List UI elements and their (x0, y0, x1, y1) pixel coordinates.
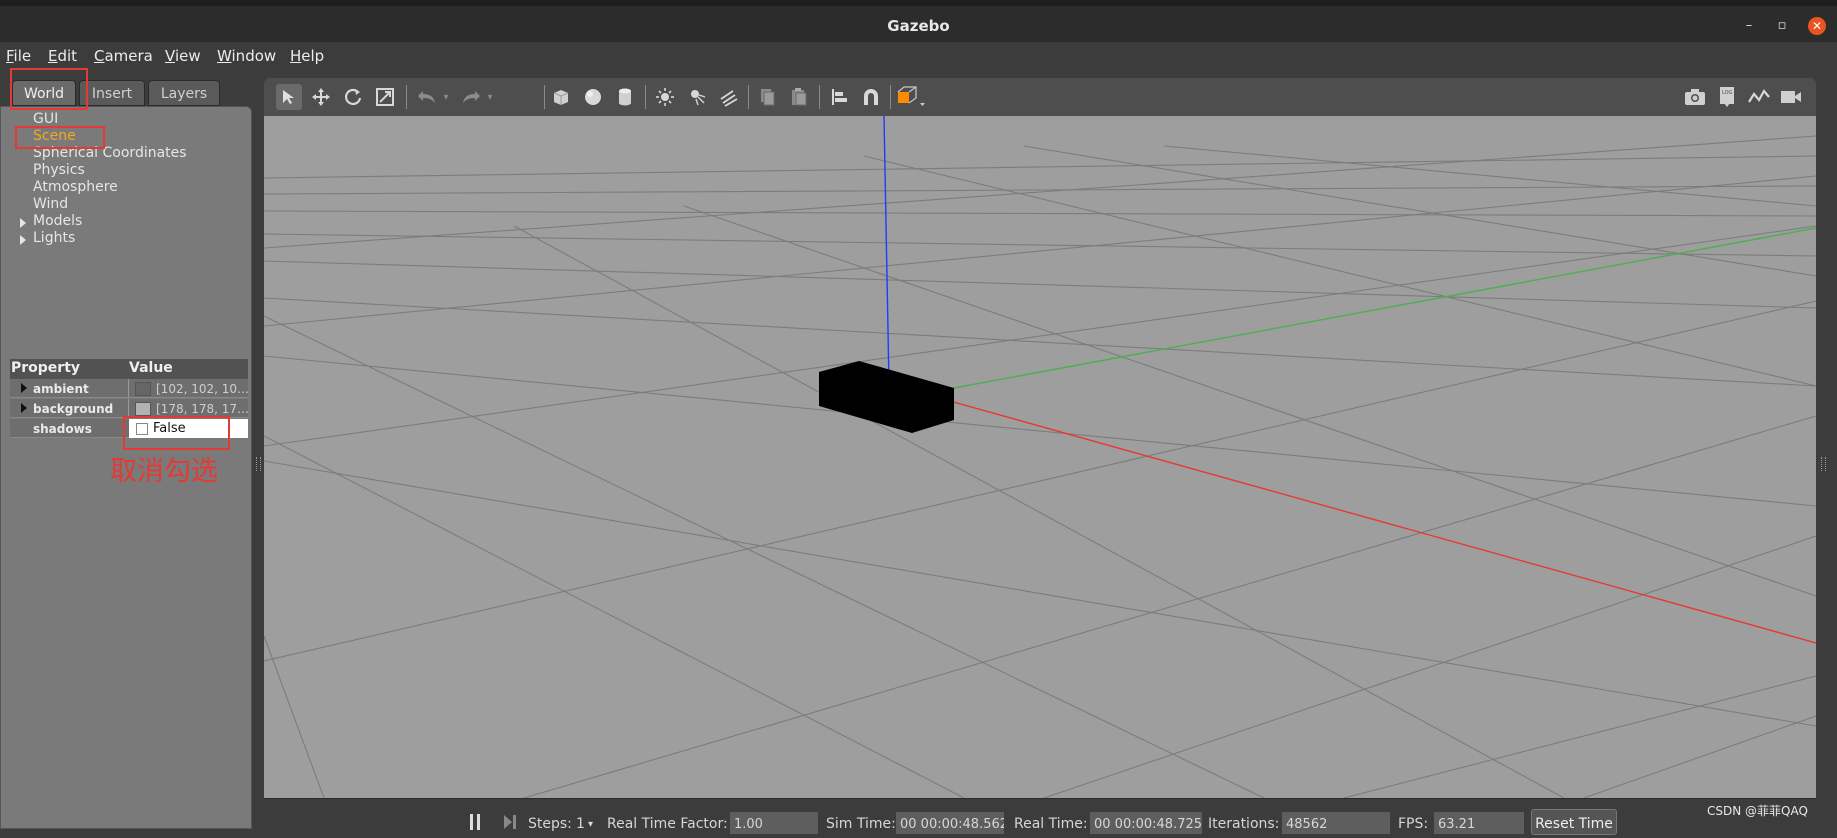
scene-render (263, 115, 1817, 799)
iterations-field: 48562 (1282, 812, 1390, 834)
spot-light-icon[interactable] (684, 84, 710, 110)
real-time-field: 00 00:00:48.725 (1090, 812, 1202, 834)
property-value: [178, 178, 17… (156, 402, 250, 416)
tree-item-models[interactable]: Models (33, 213, 82, 229)
align-icon[interactable] (826, 84, 852, 110)
expand-arrow-icon[interactable] (20, 218, 26, 228)
tree-item-physics[interactable]: Physics (33, 162, 85, 178)
plot-icon[interactable] (1746, 84, 1772, 110)
screenshot-icon[interactable] (1682, 84, 1708, 110)
tree-item-wind[interactable]: Wind (33, 196, 68, 212)
directional-light-icon[interactable] (716, 84, 742, 110)
tab-insert[interactable]: Insert (79, 80, 145, 106)
log-icon[interactable]: LOG (1714, 84, 1740, 110)
tree-item-atmosphere[interactable]: Atmosphere (33, 179, 118, 195)
menu-file[interactable]: File (6, 47, 31, 65)
menu-camera[interactable]: Camera (94, 47, 153, 65)
fps-field: 63.21 (1434, 812, 1524, 834)
menu-help[interactable]: Help (290, 47, 324, 65)
undo-icon[interactable] (414, 84, 440, 110)
sphere-icon[interactable] (580, 84, 606, 110)
menu-edit[interactable]: Edit (48, 47, 77, 65)
toolbar-separator (890, 85, 891, 109)
record-video-icon[interactable] (1778, 84, 1804, 110)
rtf-field: 1.00 (730, 812, 818, 834)
annotation-text: 取消勾选 (110, 456, 218, 487)
property-row-ambient[interactable]: ambient [102, 102, 10… (10, 379, 250, 398)
panel-splitter-handle[interactable] (256, 457, 261, 471)
highlight-box-scene (15, 126, 105, 149)
column-header-value: Value (129, 360, 173, 376)
property-table-header: Property Value (10, 359, 248, 379)
snap-icon[interactable] (858, 84, 884, 110)
undo-dropdown-icon[interactable]: ▾ (440, 84, 452, 110)
iterations-label: Iterations: (1208, 816, 1280, 832)
redo-icon[interactable] (458, 84, 484, 110)
steps-dropdown-icon[interactable]: ▾ (588, 819, 593, 830)
point-light-icon[interactable] (652, 84, 678, 110)
copy-icon[interactable] (754, 84, 780, 110)
scale-icon[interactable] (372, 84, 398, 110)
expand-arrow-icon[interactable] (21, 403, 27, 413)
property-name: ambient (33, 382, 89, 396)
column-header-property: Property (11, 360, 81, 376)
property-name: shadows (33, 422, 92, 436)
menu-window[interactable]: Window (217, 47, 276, 65)
translate-icon[interactable] (308, 84, 334, 110)
steps-label: Steps: (528, 816, 572, 832)
steps-value[interactable]: 1 (576, 816, 585, 832)
restore-button[interactable]: ▫ (1773, 17, 1791, 35)
title-bar: Gazebo – ▫ ✕ (0, 0, 1837, 42)
panel-splitter-handle[interactable] (1821, 457, 1826, 471)
tab-layers[interactable]: Layers (148, 80, 220, 106)
sim-time-label: Sim Time: (826, 816, 896, 832)
highlight-box-world-tab (10, 68, 88, 110)
svg-text:LOG: LOG (1722, 90, 1733, 96)
highlight-box-shadows (123, 416, 230, 450)
view-angle-icon[interactable] (894, 84, 928, 110)
tree-item-lights[interactable]: Lights (33, 230, 75, 246)
pause-icon[interactable] (470, 814, 480, 830)
expand-arrow-icon[interactable] (20, 235, 26, 245)
redo-dropdown-icon[interactable]: ▾ (484, 84, 496, 110)
box-model[interactable] (819, 361, 954, 433)
scene-toolbar: ▾ ▾ LOG (264, 78, 1816, 116)
column-divider (128, 379, 129, 398)
watermark: CSDN @菲菲QAQ (1707, 804, 1808, 818)
rotate-icon[interactable] (340, 84, 366, 110)
real-time-label: Real Time: (1014, 816, 1088, 832)
menu-bar: File Edit Camera View Window Help (0, 42, 1837, 70)
property-name: background (33, 402, 114, 416)
toolbar-separator (748, 85, 749, 109)
window-title: Gazebo (887, 17, 950, 35)
toolbar-separator (544, 85, 545, 109)
expand-arrow-icon[interactable] (21, 383, 27, 393)
menu-view[interactable]: View (165, 47, 201, 65)
rtf-label: Real Time Factor: (607, 816, 728, 832)
color-swatch[interactable] (135, 382, 151, 396)
paste-icon[interactable] (786, 84, 812, 110)
color-swatch[interactable] (135, 402, 151, 416)
reset-time-button[interactable]: Reset Time (1531, 809, 1617, 835)
toolbar-separator (645, 85, 646, 109)
toolbar-separator (406, 85, 407, 109)
status-bar: Steps: 1 ▾ Real Time Factor: 1.00 Sim Ti… (264, 798, 1816, 835)
fps-label: FPS: (1398, 816, 1429, 832)
select-arrow-icon[interactable] (276, 84, 302, 110)
toolbar-separator (819, 85, 820, 109)
property-value: [102, 102, 10… (156, 382, 250, 396)
close-button[interactable]: ✕ (1808, 17, 1826, 35)
scene-viewport[interactable] (263, 115, 1817, 799)
box-icon[interactable] (548, 84, 574, 110)
step-icon[interactable] (502, 814, 518, 834)
sim-time-field: 00 00:00:48.562 (896, 812, 1004, 834)
minimize-button[interactable]: – (1740, 17, 1758, 35)
tree-item-gui[interactable]: GUI (33, 111, 58, 127)
cylinder-icon[interactable] (612, 84, 638, 110)
